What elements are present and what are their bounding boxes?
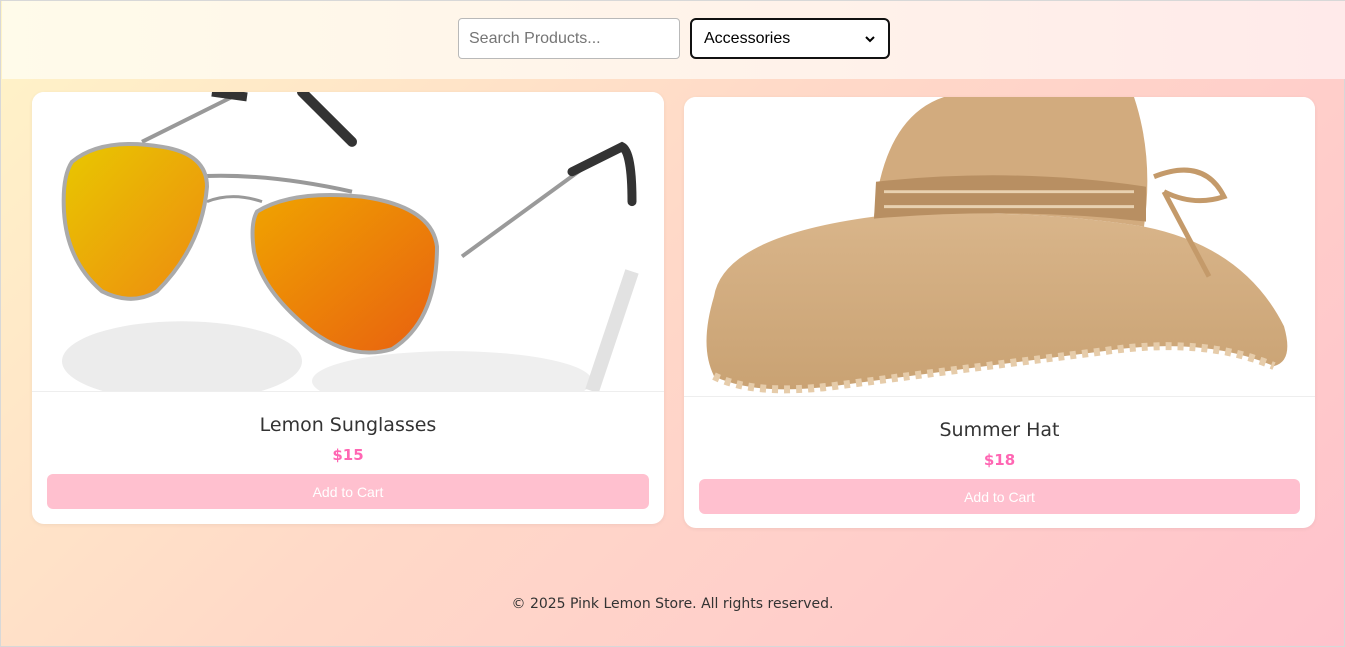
product-name: Lemon Sunglasses [259, 414, 437, 436]
search-input[interactable] [458, 18, 680, 59]
product-price: $18 [983, 451, 1016, 469]
product-card: Summer Hat $18 Add to Cart [684, 97, 1315, 528]
category-select[interactable]: Accessories [690, 18, 890, 59]
add-to-cart-button[interactable]: Add to Cart [47, 474, 649, 509]
chevron-down-icon [865, 35, 875, 42]
product-price: $15 [332, 446, 364, 464]
footer-copyright: © 2025 Pink Lemon Store. All rights rese… [511, 596, 834, 612]
category-select-value: Accessories [704, 29, 791, 47]
add-to-cart-button[interactable]: Add to Cart [699, 479, 1300, 514]
product-image-sunglasses[interactable] [32, 92, 664, 392]
product-card: Lemon Sunglasses $15 Add to Cart [32, 92, 664, 524]
product-name: Summer Hat [939, 419, 1060, 441]
product-image-summer-hat[interactable] [684, 97, 1315, 397]
